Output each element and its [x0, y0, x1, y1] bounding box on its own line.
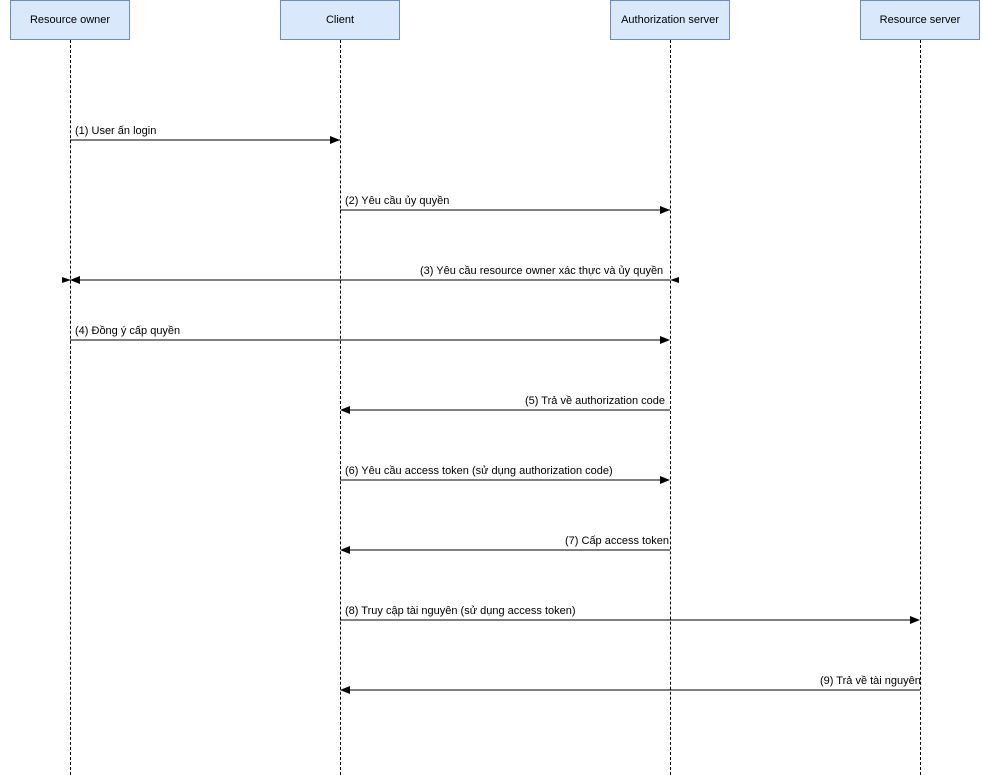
participant-authorization-server: Authorization server — [610, 0, 730, 40]
participant-resource-server: Resource server — [860, 0, 980, 40]
arrow-3 — [70, 276, 670, 284]
message-5-label: (5) Trả về authorization code — [525, 395, 665, 407]
arrow-8 — [340, 616, 920, 624]
lifeline-authorization-server — [670, 40, 671, 775]
message-4-label: (4) Đồng ý cấp quyền — [75, 325, 180, 337]
arrow-1 — [70, 136, 340, 144]
participant-client-label: Client — [326, 14, 354, 26]
arrow-2 — [340, 206, 670, 214]
participant-authorization-server-label: Authorization server — [621, 14, 719, 26]
participant-client: Client — [280, 0, 400, 40]
message-7-label: (7) Cấp access token — [565, 535, 669, 547]
participant-resource-owner-label: Resource owner — [30, 14, 110, 26]
arrow-5 — [340, 406, 670, 414]
message-8-label: (8) Truy cập tài nguyên (sử dụng access … — [345, 605, 576, 617]
arrow-6 — [340, 476, 670, 484]
message-1-label: (1) User ấn login — [75, 125, 156, 137]
message-6-label: (6) Yêu cầu access token (sử dụng author… — [345, 465, 613, 477]
arrow-7 — [340, 546, 670, 554]
lifeline-resource-owner — [70, 40, 71, 775]
lifeline-client — [340, 40, 341, 775]
message-3-label: (3) Yêu cầu resource owner xác thực và ủ… — [420, 265, 663, 277]
arrow-9 — [340, 686, 920, 694]
message-2-label: (2) Yêu cầu ủy quyền — [345, 195, 449, 207]
participant-resource-server-label: Resource server — [880, 14, 961, 26]
participant-resource-owner: Resource owner — [10, 0, 130, 40]
lifeline-resource-server — [920, 40, 921, 775]
arrows-svg-main — [0, 0, 983, 775]
message-9-label: (9) Trả về tài nguyên — [820, 675, 921, 687]
arrow-4 — [70, 336, 670, 344]
arrows-svg — [0, 0, 983, 775]
